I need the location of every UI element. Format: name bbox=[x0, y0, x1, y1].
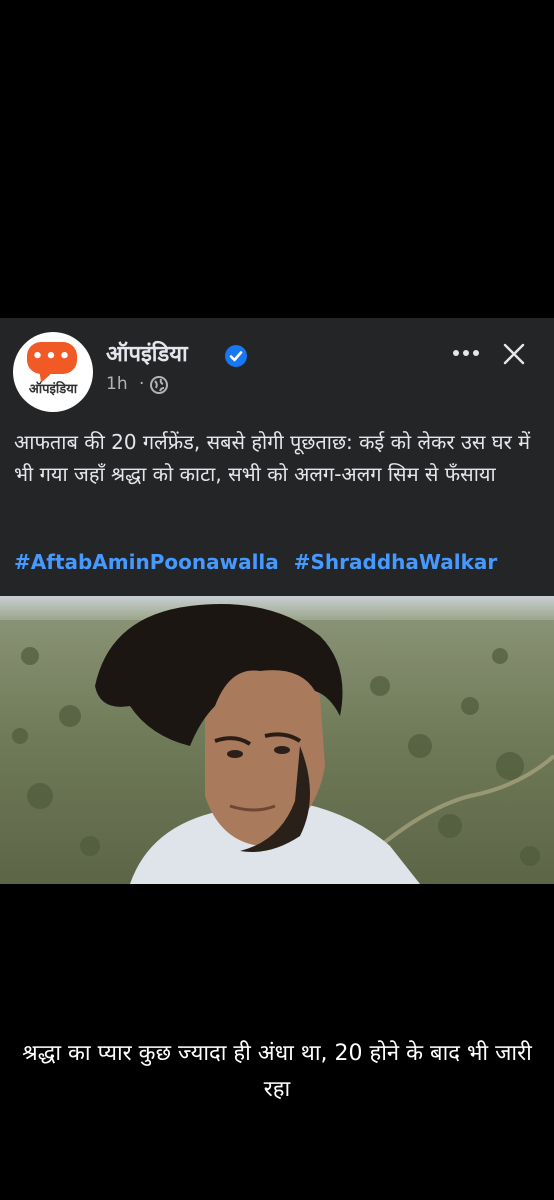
post-headline: आफताब की 20 गर्लफ्रेंड, सबसे होगी पूछताछ… bbox=[14, 430, 531, 486]
page-avatar[interactable]: ••• ऑपइंडिया bbox=[13, 332, 93, 412]
hashtag-shraddha[interactable]: #ShraddhaWalkar bbox=[294, 550, 498, 574]
avatar-logo-text: ऑपइंडिया bbox=[28, 382, 78, 397]
more-options-icon[interactable] bbox=[448, 338, 484, 368]
page-name[interactable]: ऑपइंडिया bbox=[106, 338, 188, 368]
post-card: ••• ऑपइंडिया ऑपइंडिया 1h · आफताब की 20 ग… bbox=[0, 318, 554, 884]
meta-separator: · bbox=[139, 374, 145, 394]
post-time[interactable]: 1h bbox=[106, 374, 128, 394]
post-photo[interactable] bbox=[0, 596, 554, 884]
hashtag-list: #AftabAminPoonawalla #ShraddhaWalkar bbox=[14, 550, 505, 574]
post-meta: 1h · bbox=[106, 374, 144, 394]
hashtag-aftab[interactable]: #AftabAminPoonawalla bbox=[14, 550, 279, 574]
speech-bubble-logo-icon: ••• bbox=[27, 342, 77, 374]
image-caption: श्रद्धा का प्यार कुछ ज्यादा ही अंधा था, … bbox=[22, 1041, 532, 1102]
globe-icon bbox=[150, 376, 168, 394]
close-icon[interactable] bbox=[500, 340, 528, 368]
verified-badge-icon bbox=[225, 345, 247, 367]
